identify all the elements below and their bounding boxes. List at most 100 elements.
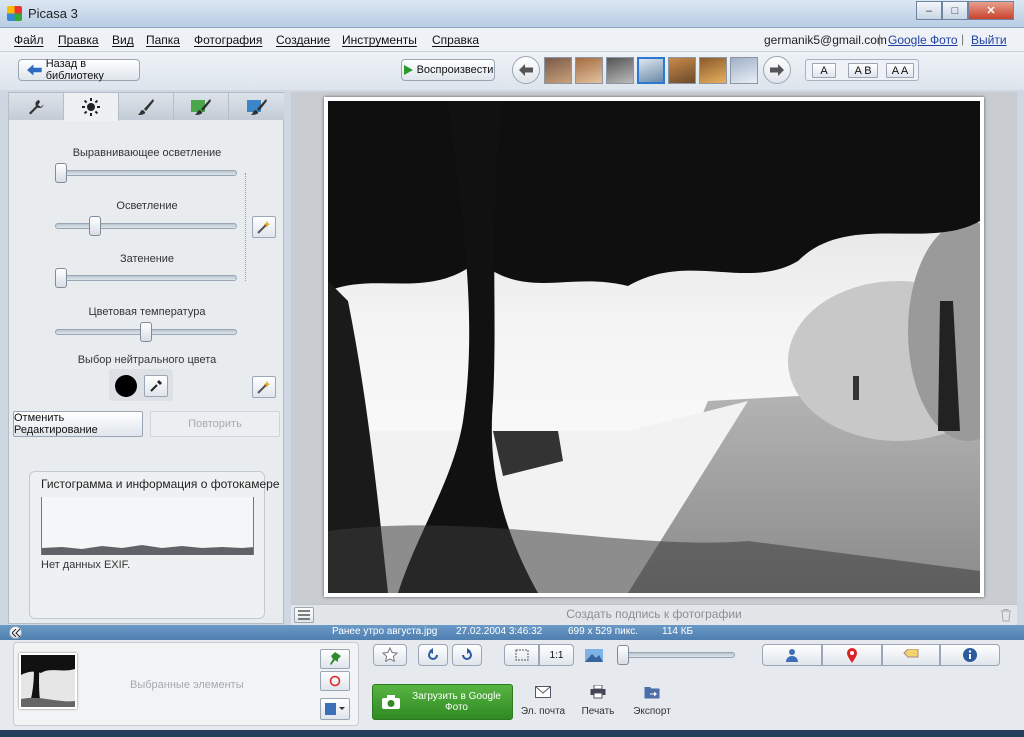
caption-input[interactable]: Создать подпись к фотографии bbox=[291, 607, 1017, 621]
actual-size-button[interactable]: 1:1 bbox=[539, 644, 574, 666]
trash-icon[interactable] bbox=[999, 608, 1013, 622]
tab-basic-fixes[interactable] bbox=[9, 93, 64, 120]
rotate-left-button[interactable] bbox=[418, 644, 448, 666]
play-slideshow-button[interactable]: Воспроизвести bbox=[401, 59, 495, 81]
menu-help[interactable]: Справка bbox=[432, 33, 479, 47]
filmstrip-thumbnail[interactable] bbox=[699, 57, 727, 84]
brush-blue-icon bbox=[246, 98, 267, 115]
filmstrip-thumbnail[interactable] bbox=[544, 57, 572, 84]
people-button[interactable] bbox=[762, 644, 822, 666]
wrench-icon bbox=[29, 99, 44, 114]
rotate-left-icon bbox=[428, 648, 438, 660]
email-button[interactable]: Эл. почта bbox=[520, 684, 566, 720]
exif-info: Нет данных EXIF. bbox=[41, 559, 131, 571]
tray-thumbnail[interactable] bbox=[19, 653, 77, 709]
filmstrip-thumbnail[interactable] bbox=[637, 57, 665, 84]
window-title: Picasa 3 bbox=[28, 6, 78, 21]
logout-link[interactable]: Выйти bbox=[971, 33, 1007, 47]
histogram-title: Гистограмма и информация о фотокамере bbox=[41, 477, 280, 491]
export-button[interactable]: Экспорт bbox=[630, 684, 674, 720]
person-icon bbox=[786, 649, 798, 662]
highlights-slider[interactable] bbox=[89, 216, 101, 236]
filmstrip-thumbnail[interactable] bbox=[606, 57, 634, 84]
undo-edit-button[interactable]: Отменить Редактирование bbox=[13, 411, 143, 437]
next-photo-button[interactable] bbox=[763, 56, 791, 84]
zoom-track[interactable] bbox=[617, 652, 735, 658]
maximize-button[interactable]: □ bbox=[942, 1, 968, 20]
collapse-panel-button[interactable] bbox=[9, 626, 22, 639]
minimize-button[interactable]: – bbox=[916, 1, 942, 20]
play-icon bbox=[403, 65, 413, 75]
photo-frame[interactable] bbox=[324, 97, 1024, 597]
magic-wand-icon bbox=[257, 381, 271, 394]
tab-effects-2[interactable] bbox=[174, 93, 229, 120]
tab-effects-1[interactable] bbox=[119, 93, 174, 120]
histogram-chart bbox=[41, 497, 254, 555]
color-temp-slider[interactable] bbox=[140, 322, 152, 342]
google-photos-link[interactable]: Google Фото bbox=[888, 33, 958, 47]
picasa-logo-icon bbox=[7, 6, 22, 21]
fill-light-track[interactable] bbox=[55, 170, 237, 176]
add-to-album-button[interactable] bbox=[320, 698, 350, 720]
sun-icon bbox=[82, 98, 100, 116]
printer-icon bbox=[590, 685, 606, 699]
zoom-image-icon bbox=[584, 646, 606, 664]
menu-picture[interactable]: Фотография bbox=[194, 33, 262, 47]
edit-panel: Выравнивающее осветление Осветление Зате… bbox=[8, 92, 284, 624]
filmstrip-thumbnail[interactable] bbox=[668, 57, 696, 84]
menu-edit[interactable]: Правка bbox=[58, 33, 99, 47]
histogram-plot bbox=[42, 545, 253, 555]
layout-compare-button[interactable]: A B bbox=[848, 63, 878, 78]
highlights-label: Осветление bbox=[116, 200, 178, 212]
brush-icon bbox=[138, 98, 154, 115]
camera-icon bbox=[382, 695, 400, 709]
highlights-track[interactable] bbox=[55, 223, 237, 229]
layout-single-button[interactable]: A bbox=[812, 63, 836, 78]
print-button[interactable]: Печать bbox=[576, 684, 620, 720]
menu-tools[interactable]: Инструменты bbox=[342, 33, 417, 47]
tray-thumbnail-image bbox=[21, 655, 75, 707]
close-button[interactable]: ✕ bbox=[968, 1, 1014, 20]
menu-folder[interactable]: Папка bbox=[146, 33, 180, 47]
eyedropper-button[interactable] bbox=[144, 375, 168, 397]
tab-effects-3[interactable] bbox=[229, 93, 284, 120]
auto-color-button[interactable] bbox=[252, 376, 276, 398]
play-label: Воспроизвести bbox=[416, 64, 494, 76]
clear-button[interactable] bbox=[320, 671, 350, 691]
menu-view[interactable]: Вид bbox=[112, 33, 134, 47]
star-button[interactable] bbox=[373, 644, 407, 666]
properties-button[interactable] bbox=[940, 644, 1000, 666]
shadows-slider[interactable] bbox=[55, 268, 67, 288]
rotate-right-icon bbox=[462, 648, 472, 660]
previous-photo-button[interactable] bbox=[512, 56, 540, 84]
auto-contrast-button[interactable] bbox=[252, 216, 276, 238]
account-email: germanik5@gmail.com bbox=[764, 33, 887, 47]
tab-tuning[interactable] bbox=[64, 93, 119, 121]
shadows-track[interactable] bbox=[55, 275, 237, 281]
arrow-right-icon bbox=[770, 64, 784, 76]
rotate-right-button[interactable] bbox=[452, 644, 482, 666]
fit-window-icon bbox=[515, 649, 528, 661]
pin-green-icon bbox=[330, 652, 341, 665]
status-bar: Ранее утро августа.jpg 27.02.2004 3:46:3… bbox=[0, 625, 1024, 640]
redo-button[interactable]: Повторить bbox=[150, 411, 280, 437]
color-temp-label: Цветовая температура bbox=[88, 306, 206, 318]
fit-to-window-button[interactable] bbox=[504, 644, 539, 666]
menu-create[interactable]: Создание bbox=[276, 33, 330, 47]
filmstrip-thumbnail[interactable] bbox=[730, 57, 758, 84]
zoom-slider[interactable] bbox=[617, 645, 629, 665]
hold-button[interactable] bbox=[320, 649, 350, 669]
layout-side-by-side-button[interactable]: A A bbox=[886, 63, 914, 78]
status-dimensions: 699 x 529 пикс. bbox=[568, 626, 638, 637]
tags-button[interactable] bbox=[882, 644, 940, 666]
back-to-library-button[interactable]: Назад в библиотеку bbox=[18, 58, 140, 82]
shadows-label: Затенение bbox=[119, 253, 175, 265]
places-button[interactable] bbox=[822, 644, 882, 666]
menu-file[interactable]: Файл bbox=[14, 33, 44, 47]
fill-light-slider[interactable] bbox=[55, 163, 67, 183]
filmstrip bbox=[544, 56, 760, 85]
upload-google-photos-button[interactable]: Загрузить в Google Фото bbox=[372, 684, 513, 720]
filmstrip-thumbnail[interactable] bbox=[575, 57, 603, 84]
clear-circle-icon bbox=[329, 675, 341, 687]
magic-wand-icon bbox=[257, 221, 271, 234]
